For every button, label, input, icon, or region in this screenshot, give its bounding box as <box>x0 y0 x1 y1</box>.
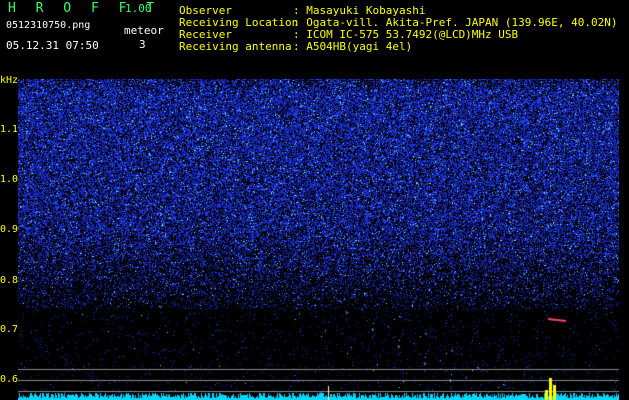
xtick-0755: 0755 <box>296 79 321 90</box>
xtick-0758: 0758 <box>475 79 500 90</box>
xtick-0759: 0759 <box>534 79 559 90</box>
xtick-0756: 0756 <box>356 79 381 90</box>
xtick-0754: 0754 <box>236 79 261 90</box>
spectrogram-canvas <box>18 79 619 400</box>
file-name: 0512310750.png <box>6 20 91 31</box>
antenna-label: Receiving antenna <box>179 40 292 53</box>
datetime: 05.12.31 07:50 <box>6 39 99 52</box>
app-version: 1.00 <box>125 2 152 15</box>
xtick-0752: 0752 <box>116 79 141 90</box>
meteor-label: meteor <box>124 24 164 37</box>
ytick-0-6: 0.6 <box>0 374 19 385</box>
xtick-0800: 0800 <box>594 79 619 90</box>
khz-axis-label: kHz <box>0 75 19 86</box>
ytick-0-8: 0.8 <box>0 275 19 286</box>
meteor-count: 3 <box>139 38 146 51</box>
ytick-1-1: 1.1 <box>0 124 19 135</box>
ytick-1-0: 1.0 <box>0 174 19 185</box>
xtick-0753: 0753 <box>175 79 200 90</box>
xtick-0751: 0751 <box>55 79 80 90</box>
antenna-value: : A504HB(yagi 4el) <box>293 40 413 53</box>
ytick-0-9: 0.9 <box>0 224 19 235</box>
xtick-0757: 0757 <box>415 79 440 90</box>
ytick-0-7: 0.7 <box>0 324 19 335</box>
